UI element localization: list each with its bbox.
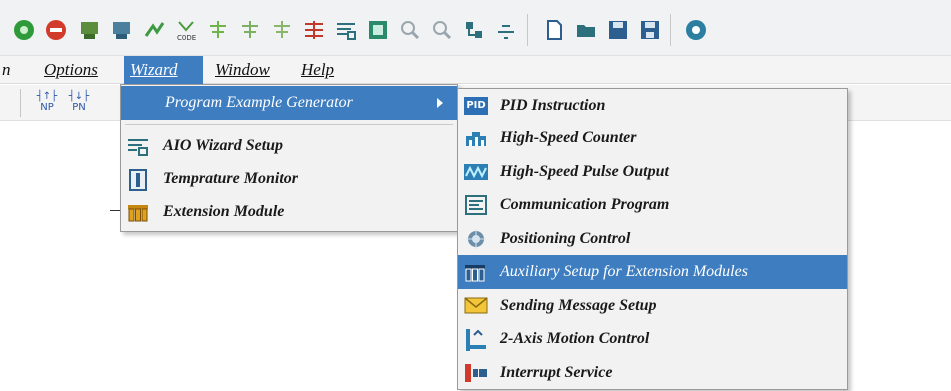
connection-icon[interactable] (494, 18, 518, 42)
extension-module-icon (464, 262, 486, 282)
submenu-item-positioning-control[interactable]: Positioning Control (458, 222, 847, 256)
menu-separator (125, 124, 453, 125)
menu-item-extension-module[interactable]: Extension Module (121, 195, 457, 229)
rung-line (110, 210, 120, 211)
np-contact-icon[interactable]: ┤↑├ NP (34, 91, 60, 115)
monitor-start-icon[interactable] (206, 18, 230, 42)
submenu-item-communication-program[interactable]: Communication Program (458, 188, 847, 222)
submenu-arrow-icon (437, 98, 443, 108)
save-icon[interactable] (606, 18, 630, 42)
submenu-item-interrupt-service[interactable]: Interrupt Service (458, 356, 847, 390)
open-folder-icon[interactable] (574, 18, 598, 42)
np-label: NP (40, 102, 54, 113)
submenu-item-auxiliary-setup-for-extension-modules[interactable]: Auxiliary Setup for Extension Modules (458, 255, 847, 289)
pn-contact-icon[interactable]: ┤↓├ PN (66, 91, 92, 115)
menu-item-aio-wizard-setup[interactable]: AIO Wizard Setup (121, 129, 457, 163)
monitor-stop-icon[interactable] (238, 18, 262, 42)
menu-item-label: Interrupt Service (500, 364, 613, 381)
menu-item-label: Positioning Control (500, 230, 631, 247)
submenu-item-pid-instruction[interactable]: PID PID Instruction (458, 89, 847, 123)
menu-item-label: Sending Message Setup (500, 297, 657, 314)
toolbar-separator (527, 14, 528, 46)
temperature-icon (127, 169, 149, 191)
menu-wizard[interactable]: Wizard (124, 56, 203, 84)
menu-item-label: Temprature Monitor (163, 170, 298, 187)
menu-item-label: High-Speed Pulse Output (500, 163, 669, 180)
pulse-output-icon (464, 162, 488, 182)
toolbar-separator (20, 89, 21, 117)
aio-wizard-icon (127, 136, 149, 156)
communication-icon (464, 195, 487, 215)
menu-cut-off[interactable]: n (0, 56, 17, 84)
submenu-item-sending-message-setup[interactable]: Sending Message Setup (458, 289, 847, 323)
stop-icon[interactable] (44, 18, 68, 42)
plc-download-icon[interactable] (78, 18, 102, 42)
counter-icon (464, 128, 486, 148)
menubar: n Options Wizard Window Help (0, 56, 951, 84)
menu-item-label: High-Speed Counter (500, 129, 637, 146)
submenu-item-high-speed-pulse-output[interactable]: High-Speed Pulse Output (458, 155, 847, 189)
program-example-submenu: PID PID Instruction High-Speed Counter H… (457, 88, 848, 390)
monitor-window-icon[interactable] (366, 18, 390, 42)
zoom-in-icon[interactable] (398, 18, 422, 42)
menu-item-label: Program Example Generator (165, 94, 353, 111)
axis-icon (464, 329, 486, 351)
menu-item-label: PID Instruction (500, 97, 606, 114)
save-as-icon[interactable] (638, 18, 662, 42)
insert-rung-icon[interactable] (302, 18, 326, 42)
menu-window[interactable]: Window (209, 56, 276, 84)
envelope-icon (464, 296, 488, 316)
submenu-item-high-speed-counter[interactable]: High-Speed Counter (458, 121, 847, 155)
zoom-out-icon[interactable] (430, 18, 454, 42)
wizard-menu: Program Example Generator AIO Wizard Set… (120, 84, 458, 232)
online-icon[interactable] (684, 18, 708, 42)
plc-upload-icon[interactable] (110, 18, 134, 42)
extension-module-icon (127, 202, 149, 222)
device-tree-icon[interactable] (462, 18, 486, 42)
interrupt-icon (464, 363, 487, 383)
menu-item-label: Auxiliary Setup for Extension Modules (500, 263, 748, 280)
run-icon[interactable] (12, 18, 36, 42)
menu-item-label: 2-Axis Motion Control (500, 330, 650, 347)
menu-item-label: Communication Program (500, 196, 670, 213)
menu-item-label: AIO Wizard Setup (163, 137, 284, 154)
new-file-icon[interactable] (542, 18, 566, 42)
menu-help[interactable]: Help (295, 56, 340, 84)
main-toolbar: C0DE (0, 0, 951, 56)
positioning-icon (464, 229, 486, 249)
pn-label: PN (72, 102, 86, 113)
toolbar-separator (670, 14, 671, 46)
submenu-item-2-axis-motion-control[interactable]: 2-Axis Motion Control (458, 322, 847, 356)
code-icon[interactable]: C0DE (174, 18, 198, 42)
monitor-icon[interactable] (143, 18, 167, 42)
menu-options[interactable]: Options (38, 56, 104, 84)
aio-wizard-toolbar-icon[interactable] (334, 18, 358, 42)
pid-icon: PID (464, 97, 488, 115)
svg-text:C0DE: C0DE (177, 34, 196, 42)
menu-item-temprature-monitor[interactable]: Temprature Monitor (121, 162, 457, 196)
monitor-pause-icon[interactable] (270, 18, 294, 42)
menu-item-program-example-generator[interactable]: Program Example Generator (121, 86, 457, 120)
menu-item-label: Extension Module (163, 203, 285, 220)
